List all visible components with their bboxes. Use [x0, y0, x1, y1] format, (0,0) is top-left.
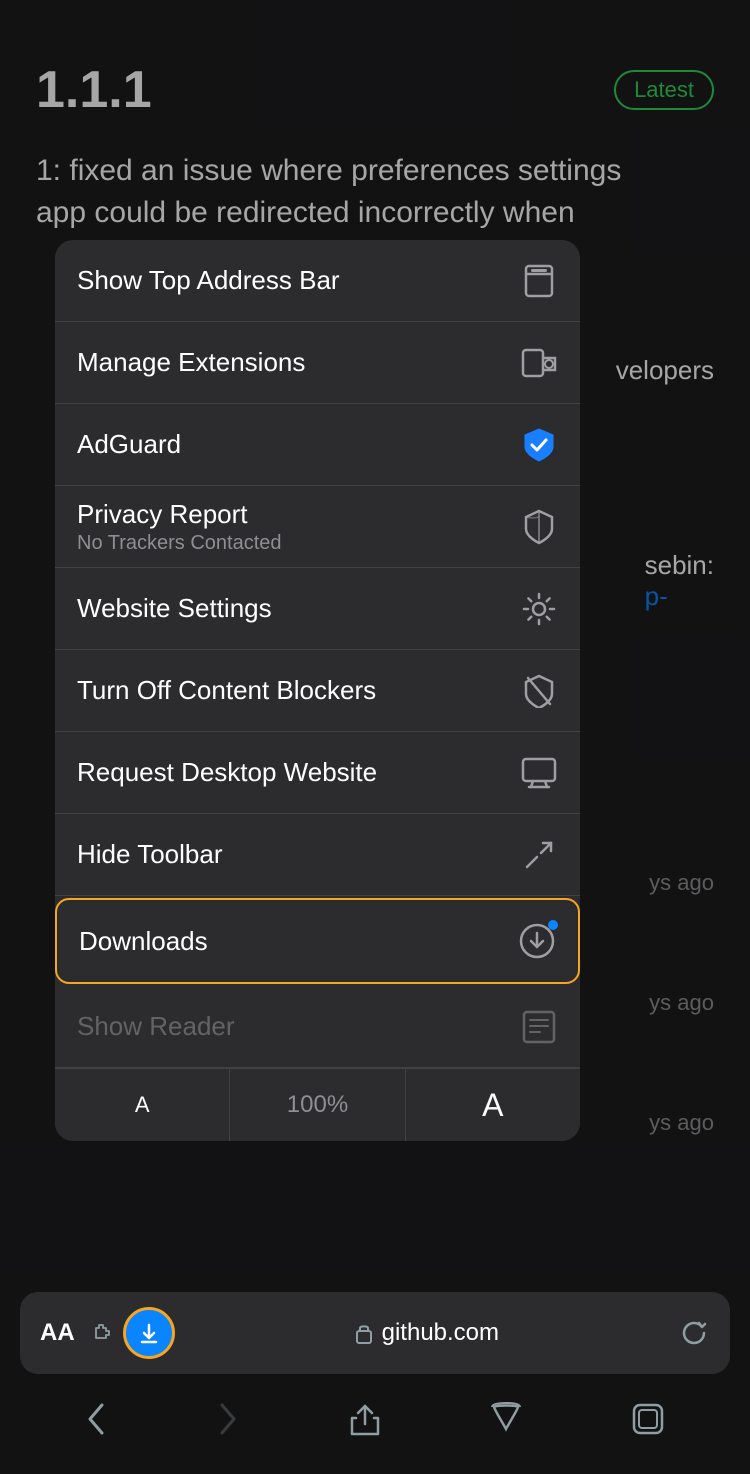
menu-item-label: Request Desktop Website: [77, 757, 377, 788]
bottom-nav: [0, 1384, 750, 1454]
extensions-toolbar-icon: [87, 1319, 115, 1347]
context-menu: Show Top Address Bar Manage Extensions A…: [55, 240, 580, 1141]
menu-item-label: Hide Toolbar: [77, 839, 223, 870]
menu-item-sublabel: No Trackers Contacted: [77, 532, 282, 555]
menu-item-downloads[interactable]: Downloads: [55, 898, 580, 984]
menu-item-hide-toolbar[interactable]: Hide Toolbar: [55, 814, 580, 896]
menu-item-request-desktop-website[interactable]: Request Desktop Website: [55, 732, 580, 814]
menu-item-show-reader[interactable]: Show Reader: [55, 986, 580, 1068]
back-button[interactable]: [84, 1401, 108, 1437]
menu-item-label: AdGuard: [77, 429, 181, 460]
menu-item-label: Turn Off Content Blockers: [77, 675, 376, 706]
font-size-row: A 100% A: [55, 1068, 580, 1141]
hide-toolbar-icon: [520, 836, 558, 874]
extensions-icon: [520, 344, 558, 382]
menu-item-label: Privacy Report: [77, 499, 282, 530]
refresh-icon: [678, 1317, 710, 1349]
url-text: github.com: [382, 1319, 499, 1347]
menu-item-label: Downloads: [79, 926, 208, 957]
font-decrease-section[interactable]: A: [55, 1069, 230, 1141]
aa-button[interactable]: AA: [40, 1319, 75, 1347]
download-toolbar-button[interactable]: [123, 1307, 175, 1359]
menu-item-turn-off-content-blockers[interactable]: Turn Off Content Blockers: [55, 650, 580, 732]
font-small-label: A: [135, 1092, 150, 1118]
lock-icon: [354, 1322, 374, 1344]
blockers-icon: [520, 672, 558, 710]
menu-item-privacy-report[interactable]: Privacy Report No Trackers Contacted: [55, 486, 580, 568]
font-percent-value: 100%: [287, 1091, 348, 1119]
menu-item-show-top-address-bar[interactable]: Show Top Address Bar: [55, 240, 580, 322]
url-bar[interactable]: github.com: [175, 1319, 678, 1347]
menu-item-label: Show Top Address Bar: [77, 265, 340, 296]
font-increase-section[interactable]: A: [406, 1069, 580, 1141]
bottom-toolbar: AA github.com: [20, 1292, 730, 1374]
privacy-icon: [520, 508, 558, 546]
tabs-button[interactable]: [630, 1401, 666, 1437]
menu-item-adguard[interactable]: AdGuard: [55, 404, 580, 486]
forward-button: [216, 1401, 240, 1437]
share-button[interactable]: [348, 1400, 382, 1438]
address-bar-icon: [520, 262, 558, 300]
adguard-icon: [520, 426, 558, 464]
download-icon: [518, 922, 556, 960]
desktop-icon: [520, 754, 558, 792]
reader-icon: [520, 1008, 558, 1046]
settings-icon: [520, 590, 558, 628]
refresh-button[interactable]: [678, 1317, 710, 1349]
menu-item-label: Show Reader: [77, 1011, 235, 1042]
font-percent-section: 100%: [230, 1069, 405, 1141]
menu-item-manage-extensions[interactable]: Manage Extensions: [55, 322, 580, 404]
menu-item-label: Website Settings: [77, 593, 272, 624]
menu-item-label: Manage Extensions: [77, 347, 305, 378]
font-large-label: A: [482, 1087, 503, 1124]
bookmarks-button[interactable]: [490, 1401, 522, 1437]
menu-item-website-settings[interactable]: Website Settings: [55, 568, 580, 650]
